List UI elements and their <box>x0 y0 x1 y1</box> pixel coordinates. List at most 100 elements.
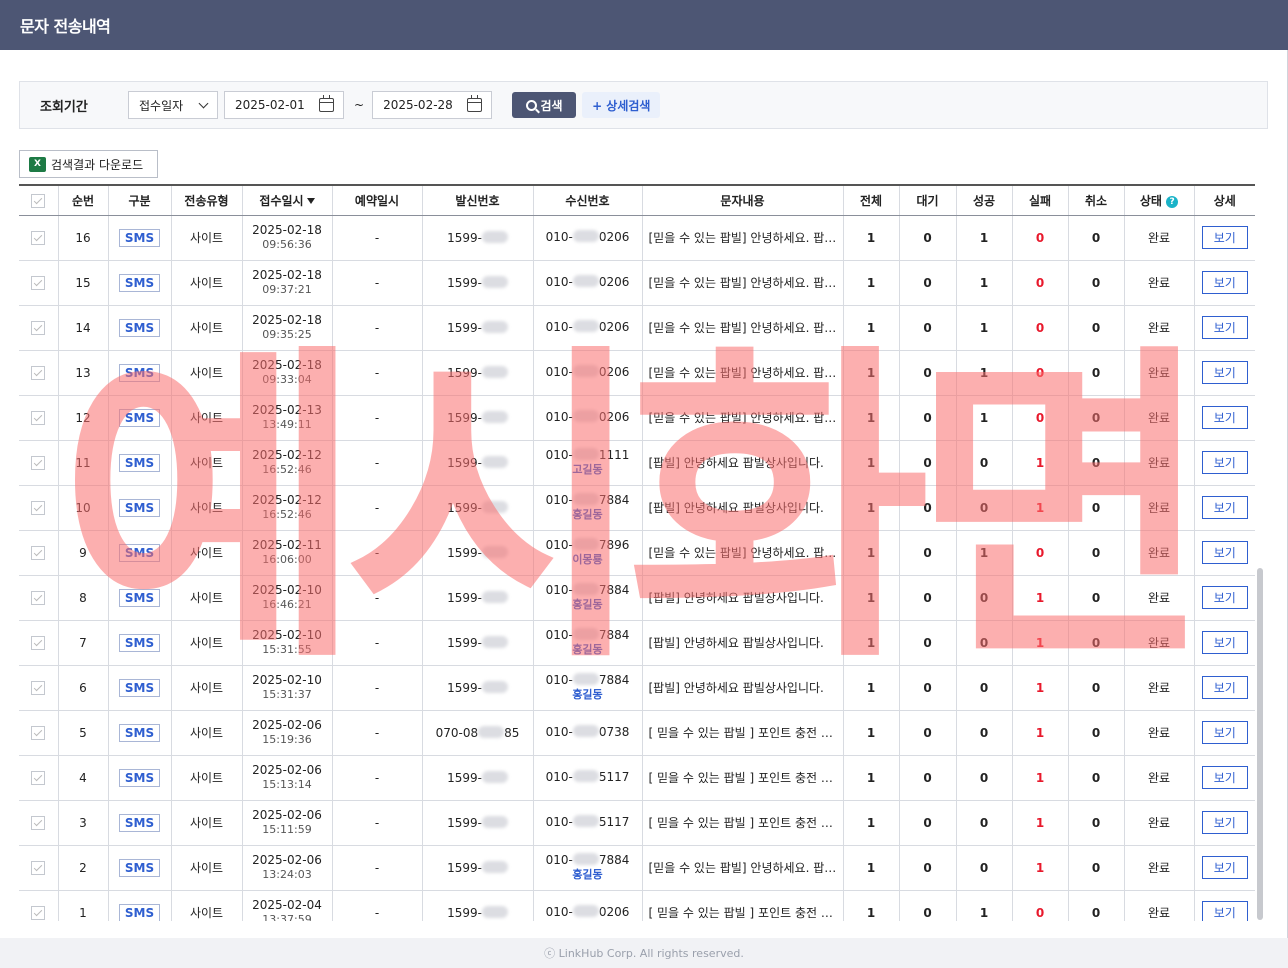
row-select-cell[interactable] <box>19 485 59 531</box>
row-select-cell[interactable] <box>19 440 59 486</box>
received-datetime: 2025-02-12 16:52:46 <box>242 440 333 486</box>
row-select-cell[interactable] <box>19 665 59 711</box>
row-checkbox[interactable] <box>31 410 46 425</box>
row-checkbox[interactable] <box>31 455 46 470</box>
row-checkbox[interactable] <box>31 365 46 380</box>
wait-count: 0 <box>899 485 957 531</box>
row-checkbox[interactable] <box>31 860 46 875</box>
calendar-icon[interactable] <box>467 95 483 112</box>
masked-digits <box>572 230 599 242</box>
view-detail-button[interactable]: 보기 <box>1201 856 1248 879</box>
sender-prefix: 1599- <box>447 680 482 695</box>
row-checkbox[interactable] <box>31 725 46 740</box>
row-checkbox[interactable] <box>31 275 46 290</box>
masked-digits <box>572 320 599 332</box>
view-detail-button[interactable]: 보기 <box>1201 631 1248 654</box>
row-number: 13 <box>58 350 109 396</box>
row-checkbox[interactable] <box>31 635 46 650</box>
kind-cell: SMS <box>108 305 172 351</box>
help-icon[interactable]: ? <box>1166 195 1179 208</box>
view-detail-button[interactable]: 보기 <box>1201 226 1248 249</box>
view-detail-button[interactable]: 보기 <box>1201 721 1248 744</box>
scrollbar-thumb[interactable] <box>1257 568 1263 920</box>
detail-cell: 보기 <box>1194 305 1255 351</box>
wait-count: 0 <box>899 890 957 921</box>
sender-prefix: 1599- <box>447 275 482 290</box>
view-detail-button[interactable]: 보기 <box>1201 316 1248 339</box>
view-detail-button[interactable]: 보기 <box>1201 901 1248 921</box>
start-date-input[interactable]: 2025-02-01 <box>224 91 344 119</box>
receiver-number: 010- 7884 홍길동 <box>533 575 643 621</box>
row-select-cell[interactable] <box>19 845 59 891</box>
row-select-cell[interactable] <box>19 575 59 621</box>
receiver-suffix: 0206 <box>598 365 630 379</box>
row-select-cell[interactable] <box>19 305 59 351</box>
view-detail-button[interactable]: 보기 <box>1201 541 1248 564</box>
col-header-sortable[interactable]: 접수일시 <box>242 184 333 216</box>
view-detail-button[interactable]: 보기 <box>1201 586 1248 609</box>
status-text: 완료 <box>1124 485 1195 531</box>
row-select-cell[interactable] <box>19 215 59 261</box>
kind-cell: SMS <box>108 800 172 846</box>
advanced-search-button[interactable]: + 상세검색 <box>582 92 661 118</box>
col-header: 상태 ? <box>1124 184 1195 216</box>
success-count: 1 <box>956 305 1013 351</box>
view-detail-button[interactable]: 보기 <box>1201 406 1248 429</box>
row-select-cell[interactable] <box>19 890 59 921</box>
view-detail-button[interactable]: 보기 <box>1201 361 1248 384</box>
row-select-cell[interactable] <box>19 530 59 576</box>
view-detail-button[interactable]: 보기 <box>1201 496 1248 519</box>
row-select-cell[interactable] <box>19 350 59 396</box>
row-select-cell[interactable] <box>19 710 59 756</box>
row-checkbox[interactable] <box>31 500 46 515</box>
chevron-down-icon <box>198 98 209 108</box>
sort-desc-icon[interactable] <box>306 197 315 204</box>
view-detail-button[interactable]: 보기 <box>1201 811 1248 834</box>
row-checkbox[interactable] <box>31 815 46 830</box>
row-select-cell[interactable] <box>19 755 59 801</box>
sender-number: 1599- <box>422 620 534 666</box>
row-checkbox[interactable] <box>31 320 46 335</box>
search-button[interactable]: 검색 <box>512 92 577 118</box>
received-datetime: 2025-02-18 09:35:25 <box>242 305 333 351</box>
receiver-suffix: 0206 <box>598 275 630 289</box>
history-table-container[interactable]: 순번 구분 전송유형 접수일시 예약일시 발신번호 수신번호 문자내용 전체 대… <box>19 184 1268 921</box>
row-select-cell[interactable] <box>19 620 59 666</box>
col-header: 순번 <box>58 184 109 216</box>
row-select-cell[interactable] <box>19 800 59 846</box>
received-time: 15:31:37 <box>262 688 312 701</box>
search-filter-bar: 조회기간 접수일자 2025-02-01 ~ 2025-02-28 검색 + 상… <box>19 81 1268 129</box>
row-checkbox[interactable] <box>31 545 46 560</box>
cancel-count: 0 <box>1068 665 1125 711</box>
row-checkbox[interactable] <box>31 680 46 695</box>
reserved-datetime: - <box>332 260 423 306</box>
sender-number: 1599- <box>422 260 534 306</box>
col-header: 대기 <box>899 184 957 216</box>
col-header: 문자내용 <box>642 184 844 216</box>
sms-badge: SMS <box>118 858 161 877</box>
select-all-header[interactable] <box>19 184 59 216</box>
cancel-count: 0 <box>1068 260 1125 306</box>
table-row: 1 SMS 사이트 2025-02-04 13:37:59-1599- 010- 0206[… <box>19 890 1255 921</box>
row-select-cell[interactable] <box>19 395 59 441</box>
view-detail-button[interactable]: 보기 <box>1201 766 1248 789</box>
calendar-icon[interactable] <box>319 95 334 112</box>
received-datetime: 2025-02-11 16:06:00 <box>242 530 333 576</box>
row-checkbox[interactable] <box>31 230 46 245</box>
row-checkbox[interactable] <box>31 905 46 920</box>
view-detail-button[interactable]: 보기 <box>1201 451 1248 474</box>
message-history-table: 순번 구분 전송유형 접수일시 예약일시 발신번호 수신번호 문자내용 전체 대… <box>19 184 1255 921</box>
detail-cell: 보기 <box>1194 575 1255 621</box>
view-detail-button[interactable]: 보기 <box>1201 271 1248 294</box>
select-all-checkbox[interactable] <box>31 193 46 208</box>
row-select-cell[interactable] <box>19 260 59 306</box>
download-results-button[interactable]: X 검색결과 다운로드 <box>19 150 158 178</box>
date-type-select[interactable]: 접수일자 <box>128 91 218 119</box>
kind-cell: SMS <box>108 710 172 756</box>
row-checkbox[interactable] <box>31 770 46 785</box>
view-detail-button[interactable]: 보기 <box>1201 676 1248 699</box>
kind-cell: SMS <box>108 665 172 711</box>
row-checkbox[interactable] <box>31 590 46 605</box>
end-date-input[interactable]: 2025-02-28 <box>372 91 493 119</box>
sender-prefix: 1599- <box>447 320 482 335</box>
